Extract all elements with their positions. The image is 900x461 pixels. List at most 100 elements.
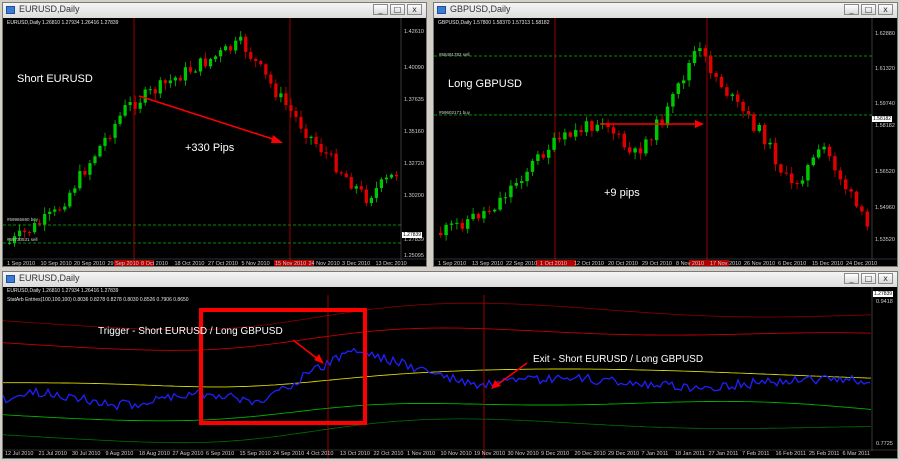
gbpusd-chart-window[interactable]: GBPUSD,Daily _ □ x GBPUSD,Daily 1.57800 … [433, 2, 898, 267]
eurusd-candle [339, 172, 343, 174]
statarb-date-label: 19 Nov 2010 [474, 451, 506, 457]
eurusd-candle [374, 188, 378, 198]
gbpusd-titlebar[interactable]: GBPUSD,Daily _ □ x [434, 3, 897, 19]
eurusd-candle [108, 137, 112, 139]
eurusd-candle [334, 153, 338, 173]
gbpusd-candle [719, 76, 724, 88]
eurusd-price-label: 1.32720 [404, 161, 424, 167]
eurusd-titlebar[interactable]: EURUSD,Daily _ □ x [3, 3, 426, 19]
eurusd-candle [304, 128, 308, 138]
eurusd-candle [22, 230, 27, 233]
eurusd-candle [234, 40, 238, 51]
statarb-date-label: 18 Aug 2010 [139, 451, 170, 457]
statarb-date-label: 13 Oct 2010 [340, 451, 370, 457]
gbpusd-candle [492, 209, 497, 212]
restore-button[interactable]: □ [390, 4, 405, 15]
eurusd-candle [148, 89, 152, 91]
eurusd-candle [178, 77, 182, 81]
minimize-button[interactable]: _ [844, 4, 859, 15]
eurusd-candle [289, 105, 293, 112]
eurusd-candle [63, 206, 67, 210]
gbpusd-candle [838, 170, 843, 180]
gbpusd-candle [449, 223, 454, 225]
lower-band-outer [3, 418, 871, 444]
eurusd-candle [123, 105, 127, 116]
gbpusd-date-label: 8 Nov 2010 [676, 261, 705, 266]
gbpusd-candle [590, 121, 594, 131]
eurusd-annotation-pips: +330 Pips [185, 142, 235, 154]
eurusd-candle [153, 89, 157, 94]
gbpusd-candle [816, 149, 821, 158]
eurusd-date-label: 8 Oct 2010 [141, 261, 168, 266]
eurusd-candle [133, 102, 137, 109]
statarb-date-label: 20 Dec 2010 [574, 451, 606, 457]
eurusd-candle [28, 232, 32, 234]
eurusd-date-label: 27 Oct 2010 [208, 261, 238, 266]
statarb-chart-window[interactable]: EURUSD,Daily _ □ x EURUSD,Daily 1.26810 … [2, 271, 898, 459]
eurusd-candle [183, 67, 188, 81]
gbpusd-candle [752, 114, 756, 131]
gbpusd-candle [860, 206, 864, 212]
eurusd-candle [78, 171, 82, 189]
eurusd-candle [163, 80, 167, 84]
gbpusd-candle [444, 224, 448, 236]
gbpusd-order-sell: #58491782 sell [439, 52, 470, 57]
minimize-button[interactable]: _ [373, 4, 388, 15]
eurusd-candle [218, 50, 223, 57]
gbpusd-date-label: 15 Dec 2010 [812, 261, 844, 266]
eurusd-candle [17, 230, 22, 237]
gbpusd-candle [503, 197, 508, 199]
eurusd-order-sell: #59730531 sell [7, 237, 38, 242]
statarb-indicator-plot [3, 287, 897, 458]
gbpusd-date-label: 17 Nov 2010 [710, 261, 742, 266]
eurusd-candle [68, 192, 72, 207]
eurusd-price-label: 1.35160 [404, 129, 424, 135]
gbpusd-date-label: 6 Dec 2010 [778, 261, 807, 266]
eurusd-candle [88, 163, 92, 175]
gbpusd-candle [714, 73, 718, 77]
gbpusd-candle [784, 172, 789, 174]
eurusd-window-title: EURUSD,Daily [19, 4, 80, 14]
statarb-date-label: 30 Jul 2010 [72, 451, 101, 457]
gbpusd-candle [573, 130, 578, 137]
gbpusd-candle [692, 51, 697, 64]
statarb-current-price: 1.27839 [873, 291, 894, 297]
restore-button[interactable]: □ [861, 4, 876, 15]
gbpusd-candle [465, 219, 470, 229]
gbpusd-candle [460, 222, 465, 229]
eurusd-chart-area[interactable]: EURUSD,Daily 1.26810 1.27934 1.26416 1.2… [3, 18, 426, 266]
gbpusd-candle [811, 157, 816, 166]
restore-button[interactable]: □ [861, 273, 876, 284]
gbpusd-candle [525, 171, 529, 182]
gbpusd-date-label: 26 Nov 2010 [744, 261, 776, 266]
gbpusd-date-label: 20 Oct 2010 [608, 261, 638, 266]
gbpusd-candle [541, 154, 546, 158]
statarb-date-label: 22 Oct 2010 [373, 451, 404, 457]
statarb-titlebar[interactable]: EURUSD,Daily _ □ x [3, 272, 897, 288]
gbpusd-candle [536, 154, 540, 161]
gbpusd-candle [476, 213, 481, 219]
exit-annotation: Exit - Short EURUSD / Long GBPUSD [533, 354, 704, 365]
eurusd-candle [113, 123, 117, 138]
gbpusd-candle [546, 149, 551, 158]
close-button[interactable]: x [878, 273, 893, 284]
close-button[interactable]: x [878, 4, 893, 15]
gbpusd-candle [773, 142, 778, 165]
gbpusd-candle [708, 56, 713, 74]
eurusd-chart-window[interactable]: EURUSD,Daily _ □ x EURUSD,Daily 1.26810 … [2, 2, 427, 267]
eurusd-candle [254, 58, 258, 62]
eurusd-candle [33, 223, 37, 233]
gbpusd-order-buy: #59602171 buy [439, 110, 471, 115]
minimize-button[interactable]: _ [844, 273, 859, 284]
gbpusd-candle [595, 124, 600, 131]
gbpusd-candle [854, 191, 859, 207]
gbpusd-chart-area[interactable]: GBPUSD,Daily 1.57800 1.58370 1.57313 1.5… [434, 18, 897, 266]
close-button[interactable]: x [407, 4, 422, 15]
gbpusd-candle [563, 132, 567, 140]
gbpusd-date-label: 13 Sep 2010 [472, 261, 504, 266]
statarb-chart-area[interactable]: EURUSD,Daily 1.26810 1.27934 1.26416 1.2… [3, 287, 897, 458]
gbpusd-candle [849, 189, 853, 192]
eurusd-candle [193, 71, 198, 73]
trigger-arrowhead [314, 354, 324, 364]
chart-window-icon [437, 6, 446, 14]
